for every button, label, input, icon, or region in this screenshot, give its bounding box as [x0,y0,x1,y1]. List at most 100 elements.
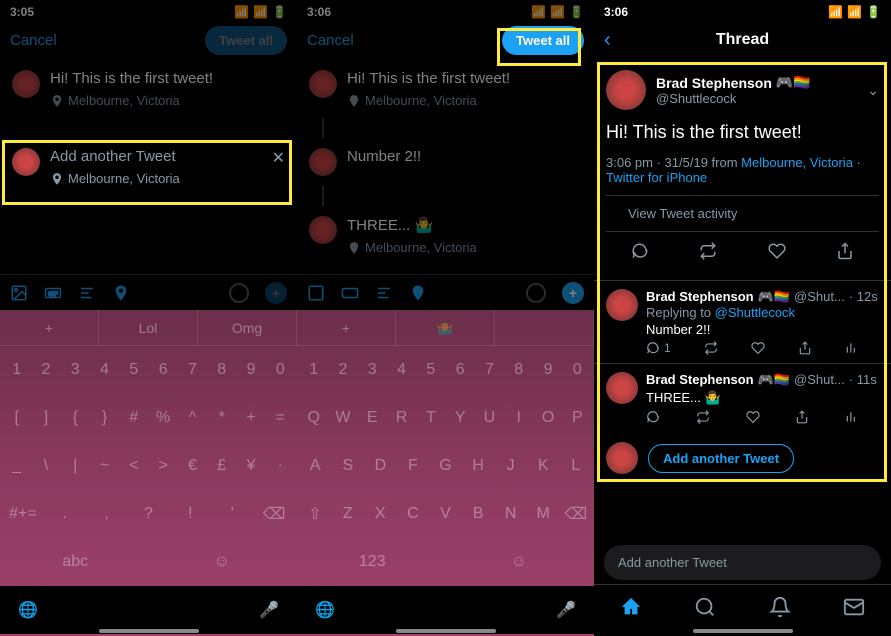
suggestion[interactable]: + [0,310,99,345]
key[interactable]: 3 [360,352,385,388]
key[interactable]: N [496,496,525,532]
reply-tweet[interactable]: Brad Stephenson🎮🏳️‍🌈 @Shut... · 11s THRE… [594,363,891,432]
key[interactable]: | [63,448,88,484]
key[interactable]: 7 [180,352,205,388]
compose-row[interactable]: Hi! This is the first tweet! Melbourne, … [297,60,594,118]
key[interactable]: J [496,448,525,484]
key[interactable]: 9 [238,352,263,388]
add-another-button[interactable]: Add another Tweet [648,444,794,473]
gif-icon[interactable] [341,284,359,302]
location-row[interactable]: Melbourne, Victoria [50,171,262,186]
compose-row[interactable]: THREE... 🤷‍♂️ Melbourne, Victoria [297,206,594,265]
tweet-all-button[interactable]: Tweet all [502,26,584,55]
mic-icon[interactable]: 🎤 [259,600,279,620]
cancel-button[interactable]: Cancel [10,32,57,49]
key[interactable]: = [268,400,293,436]
key[interactable]: X [366,496,395,532]
key[interactable]: ' [213,496,251,532]
suggestion[interactable]: + [297,310,396,345]
avatar[interactable] [606,70,646,110]
key[interactable]: T [418,400,443,436]
gif-icon[interactable]: GIF [44,284,62,302]
key[interactable]: I [506,400,531,436]
key[interactable]: < [121,448,146,484]
key[interactable]: ! [171,496,209,532]
key[interactable]: ¥ [238,448,263,484]
share-button[interactable] [836,242,854,260]
search-tab[interactable] [694,596,716,618]
reply-button[interactable] [646,410,660,424]
key[interactable]: V [431,496,460,532]
key[interactable]: R [389,400,414,436]
key[interactable]: 6 [151,352,176,388]
key[interactable]: Y [448,400,473,436]
key[interactable]: 0 [565,352,590,388]
reply-button[interactable] [631,242,649,260]
poll-icon[interactable] [78,284,96,302]
key[interactable]: ☺ [448,544,591,580]
key[interactable]: #+= [4,496,42,532]
analytics-button[interactable] [845,341,859,355]
add-tweet-icon[interactable]: + [562,282,584,304]
handle[interactable]: @Shuttlecock [656,91,857,106]
key[interactable]: 0 [268,352,293,388]
key[interactable]: \ [33,448,58,484]
key[interactable]: E [360,400,385,436]
key[interactable]: ⌫ [561,496,590,532]
retweet-button[interactable] [696,410,710,424]
key[interactable]: 8 [506,352,531,388]
key[interactable]: M [529,496,558,532]
key[interactable]: 123 [301,544,444,580]
key[interactable]: > [151,448,176,484]
key[interactable]: O [535,400,560,436]
avatar[interactable] [606,372,638,404]
key[interactable]: 6 [448,352,473,388]
add-another-row[interactable]: Add another Tweet Melbourne, Victoria ✕ [0,138,297,196]
key[interactable]: Q [301,400,326,436]
key[interactable]: _ [4,448,29,484]
reply-button[interactable]: 1 [646,341,671,355]
key[interactable]: £ [209,448,234,484]
key[interactable]: U [477,400,502,436]
display-name[interactable]: Brad Stephenson [656,75,772,91]
key[interactable]: ? [130,496,168,532]
avatar[interactable] [606,289,638,321]
compose-bar[interactable]: Add another Tweet [604,545,881,580]
key[interactable]: ⇧ [301,496,330,532]
key[interactable]: % [151,400,176,436]
key[interactable]: · [268,448,293,484]
key[interactable]: W [330,400,355,436]
home-tab[interactable] [620,596,642,618]
location-icon[interactable] [409,284,427,302]
notifications-tab[interactable] [769,596,791,618]
key[interactable]: C [399,496,428,532]
key[interactable]: ⌫ [255,496,293,532]
key[interactable]: , [88,496,126,532]
key[interactable]: A [301,448,330,484]
home-indicator[interactable] [396,629,496,633]
key[interactable]: 1 [301,352,326,388]
keyboard[interactable]: + 🤷‍♂️ 1234567890 QWERTYUIOP ASDFGHJKL ⇧… [297,310,594,636]
compose-row[interactable]: Number 2!! [297,138,594,186]
key[interactable]: L [561,448,590,484]
key[interactable]: 7 [477,352,502,388]
key[interactable]: € [180,448,205,484]
key[interactable]: P [565,400,590,436]
key[interactable]: Z [334,496,363,532]
key[interactable]: + [238,400,263,436]
mic-icon[interactable]: 🎤 [556,600,576,620]
key[interactable]: 4 [389,352,414,388]
like-button[interactable] [751,341,765,355]
messages-tab[interactable] [843,596,865,618]
main-tweet[interactable]: Brad Stephenson 🎮🏳️‍🌈 @Shuttlecock ⌄ Hi!… [594,60,891,280]
analytics-button[interactable] [845,410,859,424]
key[interactable]: ☺ [151,544,294,580]
cancel-button[interactable]: Cancel [307,32,354,49]
suggestion[interactable]: 🤷‍♂️ [396,310,495,345]
home-indicator[interactable] [99,629,199,633]
close-icon[interactable]: ✕ [272,148,285,168]
key[interactable]: } [92,400,117,436]
share-button[interactable] [795,410,809,424]
suggestion[interactable]: Omg [198,310,297,345]
key[interactable]: D [366,448,395,484]
